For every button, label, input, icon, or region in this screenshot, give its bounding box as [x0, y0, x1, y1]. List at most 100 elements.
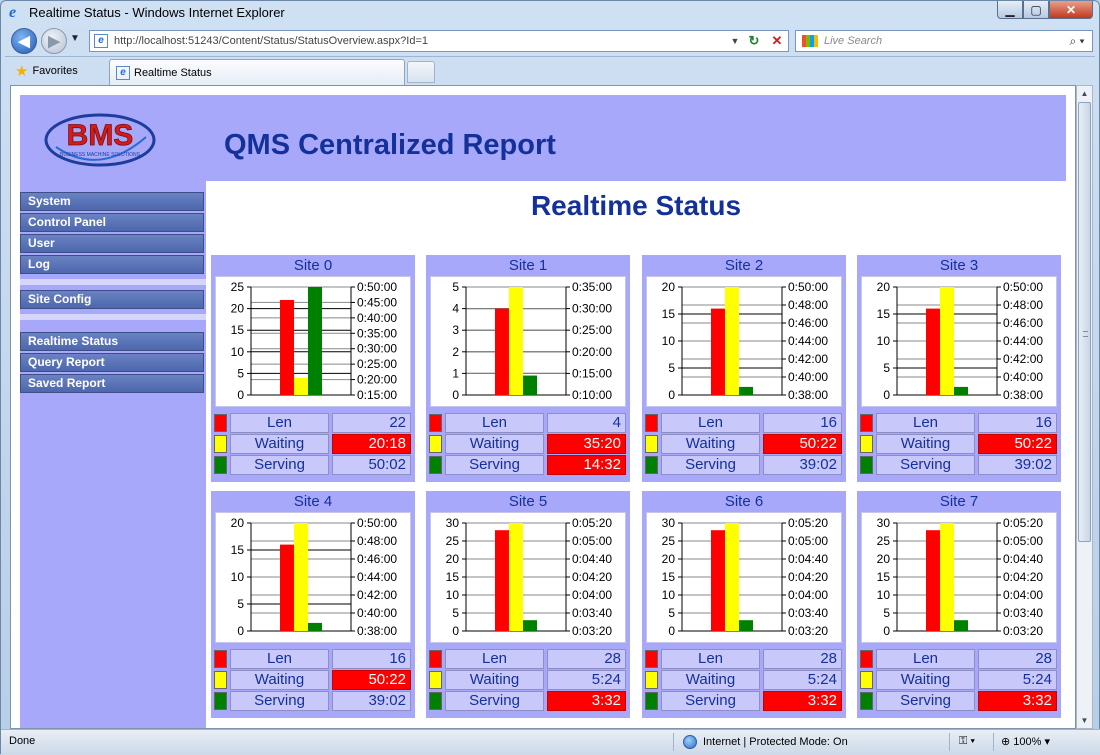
- stat-row-waiting: Waiting 50:22: [644, 434, 844, 454]
- y-right-tick-label: 0:04:00: [1003, 588, 1043, 602]
- color-swatch: [645, 414, 658, 432]
- close-window-button[interactable]: ✕: [1049, 1, 1093, 19]
- stat-row-serving: Serving 14:32: [428, 455, 628, 475]
- search-placeholder[interactable]: Live Search: [824, 35, 1062, 47]
- menu-realtime-status[interactable]: Realtime Status: [20, 332, 204, 351]
- y-right-tick-label: 0:48:00: [788, 298, 828, 312]
- star-icon: ★: [15, 63, 29, 80]
- stat-row-serving: Serving 3:32: [644, 691, 844, 711]
- y-left-tick-label: 20: [877, 280, 891, 294]
- y-left-tick-label: 0: [668, 388, 675, 402]
- bar-chart: 0 5 10 15 20 25 30 0:03:20 0:03:40 0:04:00 0:04:20…: [877, 516, 1044, 638]
- color-swatch: [429, 456, 442, 474]
- zoom-control[interactable]: ⊕ 100% ▾: [1001, 735, 1050, 748]
- site-panel: Site 7 0 5 10 15 20 25 30 0:03:20 0:03:40 0:04:00 0…: [857, 491, 1061, 718]
- favorites-button[interactable]: ★ Favorites: [15, 62, 78, 80]
- stat-label: Len: [876, 413, 975, 433]
- y-right-tick-label: 0:25:00: [572, 323, 612, 337]
- y-right-tick-label: 0:05:00: [1003, 534, 1043, 548]
- ie-icon: e: [9, 4, 17, 21]
- address-url[interactable]: http://localhost:51243/Content/Status/St…: [114, 35, 728, 47]
- address-bar[interactable]: e http://localhost:51243/Content/Status/…: [89, 30, 789, 52]
- y-left-tick-label: 5: [237, 366, 244, 380]
- menu-user[interactable]: User: [20, 234, 204, 253]
- stop-icon[interactable]: ✕: [766, 33, 788, 49]
- logo-tagline: BUSINESS MACHINE SOLUTIONS: [60, 152, 141, 158]
- favorites-label: Favorites: [32, 65, 78, 77]
- site-chart: 0 5 10 15 20 25 30 0:03:20 0:03:40 0:04:00 0:04:20…: [861, 512, 1057, 643]
- y-left-tick-label: 15: [231, 543, 245, 557]
- color-swatch: [860, 692, 873, 710]
- stat-label: Waiting: [445, 670, 544, 690]
- bar-chart: 0 5 10 15 20 25 0:15:000:20:00 0:25:000:30:00 0:…: [231, 280, 398, 402]
- search-box[interactable]: Live Search ⌕ ▾: [795, 30, 1093, 52]
- y-right-tick-label: 0:05:20: [1003, 516, 1043, 530]
- bar-chart: 0 5 10 15 20 0:38:00 0:40:00 0:42:00 0:44:00 0:46…: [662, 280, 829, 402]
- tab-realtime-status[interactable]: e Realtime Status: [109, 59, 405, 85]
- menu-system[interactable]: System: [20, 192, 204, 211]
- y-left-tick-label: 20: [662, 280, 676, 294]
- y-right-tick-label: 0:44:00: [788, 334, 828, 348]
- y-right-tick-label: 0:50:00: [1003, 280, 1043, 294]
- stat-row-waiting: Waiting 5:24: [644, 670, 844, 690]
- status-bar: Done Internet | Protected Mode: On ⚿ ▾ ⊕…: [1, 729, 1100, 755]
- stat-label: Len: [230, 413, 329, 433]
- menu-control-panel[interactable]: Control Panel: [20, 213, 204, 232]
- forward-button[interactable]: ▶: [41, 28, 67, 54]
- minimize-button[interactable]: ▁: [997, 1, 1023, 19]
- bar-waiting: [294, 377, 308, 395]
- y-right-tick-label: 0:04:00: [572, 588, 612, 602]
- stat-row-serving: Serving 39:02: [859, 455, 1059, 475]
- stat-label: Waiting: [230, 434, 329, 454]
- recent-pages-dropdown-icon[interactable]: ▼: [70, 33, 80, 44]
- bar-chart: 0 1 2 3 4 5 0:10:00 0:15:00 0:20:00 0:25:00 0:30:0…: [452, 280, 612, 402]
- refresh-icon[interactable]: ↻: [742, 33, 766, 49]
- search-icon[interactable]: ⌕ ▾: [1062, 34, 1092, 49]
- stat-value: 39:02: [332, 691, 411, 711]
- y-left-tick-label: 1: [452, 366, 459, 380]
- scroll-thumb[interactable]: [1078, 102, 1091, 542]
- y-left-tick-label: 20: [662, 552, 676, 566]
- y-left-tick-label: 0: [452, 388, 459, 402]
- menu-site-config[interactable]: Site Config: [20, 290, 204, 309]
- stat-row-len: Len 28: [644, 649, 844, 669]
- bar-serving: [308, 622, 322, 631]
- y-right-tick-label: 0:20:00: [572, 345, 612, 359]
- stat-value: 16: [763, 413, 842, 433]
- stat-row-len: Len 16: [859, 413, 1059, 433]
- y-left-tick-label: 25: [662, 534, 676, 548]
- security-zone[interactable]: Internet | Protected Mode: On: [683, 735, 848, 749]
- menu-query-report[interactable]: Query Report: [20, 353, 204, 372]
- site-chart: 0 5 10 15 20 0:38:00 0:40:00 0:42:00 0:44:00 0:46…: [861, 276, 1057, 407]
- site-panel: Site 6 0 5 10 15 20 25 30 0:03:20 0:03:40 0:04:00 0…: [642, 491, 846, 718]
- stat-value: 50:22: [332, 670, 411, 690]
- color-swatch: [429, 650, 442, 668]
- page-icon: e: [116, 65, 130, 80]
- zoom-level: 100%: [1013, 736, 1042, 748]
- y-left-tick-label: 15: [877, 570, 891, 584]
- scroll-down-icon[interactable]: ▼: [1077, 713, 1092, 728]
- bar-len: [280, 299, 294, 395]
- stat-row-serving: Serving 3:32: [428, 691, 628, 711]
- bar-len: [495, 530, 509, 631]
- color-swatch: [214, 692, 227, 710]
- address-dropdown-icon[interactable]: ▼: [728, 36, 742, 46]
- scroll-up-icon[interactable]: ▲: [1077, 86, 1092, 101]
- menu-saved-report[interactable]: Saved Report: [20, 374, 204, 393]
- protected-mode-icon[interactable]: ⚿ ▾: [959, 735, 975, 748]
- window-title: Realtime Status - Windows Internet Explo…: [29, 5, 285, 20]
- bar-waiting: [509, 287, 523, 395]
- y-left-tick-label: 0: [883, 624, 890, 638]
- vertical-scrollbar[interactable]: ▲ ▼: [1076, 85, 1093, 729]
- y-right-tick-label: 0:03:20: [788, 624, 828, 638]
- stat-row-serving: Serving 3:32: [859, 691, 1059, 711]
- y-right-tick-label: 0:04:40: [788, 552, 828, 566]
- back-button[interactable]: ◀: [11, 28, 37, 54]
- bar-waiting: [509, 523, 523, 631]
- y-left-tick-label: 0: [883, 388, 890, 402]
- stat-value: 50:22: [763, 434, 842, 454]
- menu-log[interactable]: Log: [20, 255, 204, 274]
- new-tab-button[interactable]: [407, 61, 435, 83]
- maximize-button[interactable]: ▢: [1023, 1, 1049, 19]
- status-text: Done: [9, 735, 36, 747]
